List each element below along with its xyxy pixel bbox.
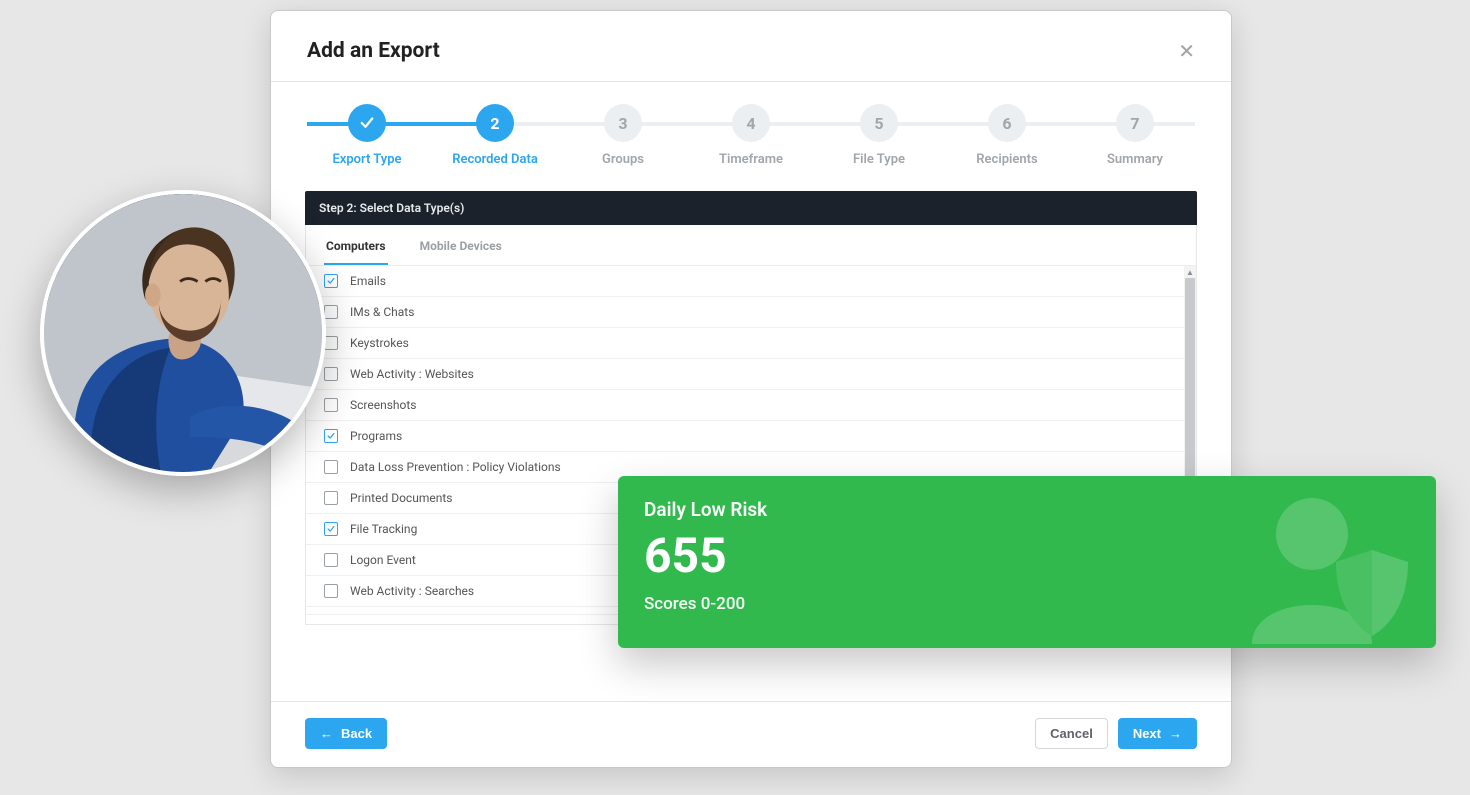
step-summary[interactable]: 7 Summary <box>1075 104 1195 167</box>
list-item-label: Printed Documents <box>350 491 452 505</box>
cancel-button[interactable]: Cancel <box>1035 718 1108 749</box>
step-groups[interactable]: 3 Groups <box>563 104 683 167</box>
list-item-label: Keystrokes <box>350 336 409 350</box>
list-item[interactable]: Keystrokes <box>306 328 1196 359</box>
step-circle <box>348 104 386 142</box>
step-circle: 5 <box>860 104 898 142</box>
list-item-label: Data Loss Prevention : Policy Violations <box>350 460 561 474</box>
checkbox[interactable] <box>324 460 338 474</box>
scrollbar-thumb[interactable] <box>1185 278 1195 498</box>
step-label: File Type <box>853 152 905 167</box>
modal-footer: ← Back Cancel Next → <box>271 701 1231 767</box>
step-export-type[interactable]: Export Type <box>307 104 427 167</box>
step-circle: 4 <box>732 104 770 142</box>
cancel-label: Cancel <box>1050 726 1093 741</box>
step-label: Recipients <box>976 152 1037 167</box>
arrow-left-icon: ← <box>320 726 333 741</box>
check-icon <box>358 114 376 132</box>
checkbox[interactable] <box>324 522 338 536</box>
back-label: Back <box>341 726 372 741</box>
checkbox[interactable] <box>324 336 338 350</box>
tab-computers[interactable]: Computers <box>324 227 388 265</box>
step-circle: 2 <box>476 104 514 142</box>
list-item-label: Web Activity : Websites <box>350 367 474 381</box>
step-label: Summary <box>1107 152 1163 167</box>
step-circle: 6 <box>988 104 1026 142</box>
arrow-right-icon: → <box>1169 726 1182 741</box>
step-label: Groups <box>602 152 644 167</box>
tab-mobile-devices[interactable]: Mobile Devices <box>418 227 504 265</box>
step-label: Timeframe <box>719 152 783 167</box>
avatar-image <box>44 194 322 472</box>
list-item[interactable]: Screenshots <box>306 390 1196 421</box>
checkbox[interactable] <box>324 584 338 598</box>
add-export-modal: Add an Export ✕ Export Type 2 Recorded D… <box>270 10 1232 768</box>
list-item[interactable]: Programs <box>306 421 1196 452</box>
step-label: Export Type <box>332 152 401 167</box>
modal-title: Add an Export <box>307 39 440 63</box>
list-item-label: Web Activity : Searches <box>350 584 474 598</box>
back-button[interactable]: ← Back <box>305 718 387 749</box>
step-recorded-data[interactable]: 2 Recorded Data <box>435 104 555 167</box>
list-item[interactable]: IMs & Chats <box>306 297 1196 328</box>
checkbox[interactable] <box>324 274 338 288</box>
step-recipients[interactable]: 6 Recipients <box>947 104 1067 167</box>
modal-header: Add an Export ✕ <box>271 39 1231 82</box>
step-timeframe[interactable]: 4 Timeframe <box>691 104 811 167</box>
checkbox[interactable] <box>324 491 338 505</box>
user-shield-icon <box>1222 484 1422 644</box>
list-item-label: Programs <box>350 429 402 443</box>
step-circle: 3 <box>604 104 642 142</box>
list-item[interactable]: Web Activity : Websites <box>306 359 1196 390</box>
next-label: Next <box>1133 726 1161 741</box>
close-icon[interactable]: ✕ <box>1178 41 1195 61</box>
checkbox[interactable] <box>324 305 338 319</box>
footer-right-group: Cancel Next → <box>1035 718 1197 749</box>
list-item-label: File Tracking <box>350 522 417 536</box>
list-item[interactable]: Emails <box>306 266 1196 297</box>
list-item-label: Emails <box>350 274 386 288</box>
checkbox[interactable] <box>324 367 338 381</box>
device-tabs: Computers Mobile Devices <box>306 225 1196 266</box>
step-circle: 7 <box>1116 104 1154 142</box>
avatar <box>40 190 326 476</box>
list-item-label: Logon Event <box>350 553 416 567</box>
wizard-stepper: Export Type 2 Recorded Data 3 Groups 4 T… <box>271 82 1231 177</box>
list-item-label: IMs & Chats <box>350 305 414 319</box>
checkbox[interactable] <box>324 398 338 412</box>
step-file-type[interactable]: 5 File Type <box>819 104 939 167</box>
next-button[interactable]: Next → <box>1118 718 1197 749</box>
daily-low-risk-card: Daily Low Risk 655 Scores 0-200 <box>618 476 1436 648</box>
list-item-label: Screenshots <box>350 398 416 412</box>
checkbox[interactable] <box>324 429 338 443</box>
section-header: Step 2: Select Data Type(s) <box>305 191 1197 225</box>
step-label: Recorded Data <box>452 152 538 167</box>
scroll-up-icon[interactable]: ▲ <box>1184 266 1196 278</box>
checkbox[interactable] <box>324 553 338 567</box>
